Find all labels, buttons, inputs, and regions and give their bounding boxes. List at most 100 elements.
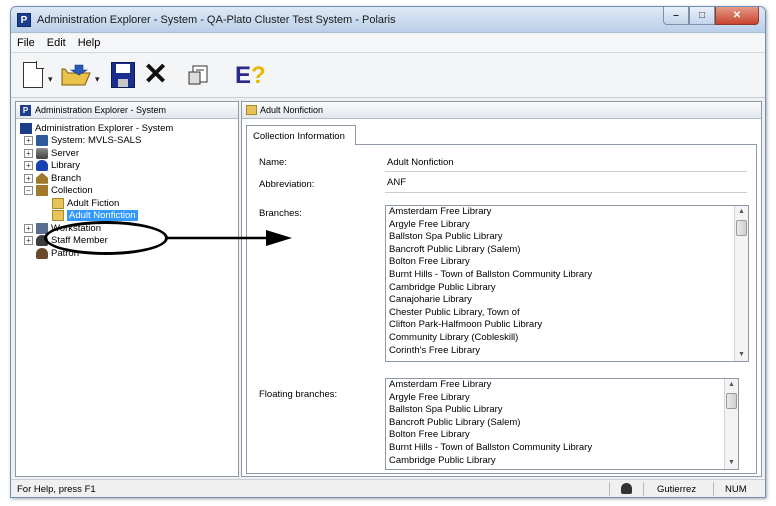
maximize-button[interactable]: □	[689, 7, 715, 25]
scroll-down-icon[interactable]: ▼	[725, 457, 738, 469]
collapse-toggle[interactable]: −	[24, 186, 33, 196]
scroll-down-icon[interactable]: ▼	[735, 349, 748, 361]
polaris-app-icon[interactable]: P	[17, 13, 31, 27]
list-item[interactable]: Bancroft Public Library (Salem)	[386, 417, 738, 430]
tree-item-label: Branch	[51, 172, 82, 184]
branch-icon	[36, 172, 48, 184]
tree-item-system[interactable]: + System: MVLS-SALS	[16, 135, 238, 148]
floating-branches-scrollbar[interactable]: ▲ ▼	[724, 379, 738, 469]
folder-icon	[52, 210, 64, 222]
floating-branches-label: Floating branches:	[259, 389, 338, 400]
list-item[interactable]: Clifton Park-Halfmoon Public Library	[386, 319, 748, 332]
tree-item-branch[interactable]: + Branch	[16, 172, 238, 185]
menu-edit[interactable]: Edit	[47, 37, 66, 49]
branches-scrollbar[interactable]: ▲ ▼	[734, 206, 748, 361]
details-pane: Adult Nonfiction Collection Information …	[241, 101, 762, 477]
menu-bar: File Edit Help	[11, 34, 765, 53]
delete-icon[interactable]: ✕	[143, 60, 168, 90]
tree-item-server[interactable]: + Server	[16, 147, 238, 160]
name-label: Name:	[259, 157, 287, 168]
expand-toggle[interactable]: +	[24, 136, 33, 146]
list-item[interactable]: Canajoharie Library	[386, 294, 748, 307]
tree-item-label-selected: Adult Nonfiction	[67, 210, 138, 222]
scroll-up-icon[interactable]: ▲	[725, 379, 738, 391]
scroll-thumb[interactable]	[736, 220, 747, 236]
tree-item-library[interactable]: + Library	[16, 160, 238, 173]
list-item[interactable]: Argyle Free Library	[386, 392, 738, 405]
tree-item-label: System: MVLS-SALS	[51, 135, 142, 147]
list-item[interactable]: Bolton Free Library	[386, 256, 748, 269]
expand-toggle[interactable]: +	[24, 161, 33, 171]
list-item[interactable]: Ballston Spa Public Library	[386, 404, 738, 417]
floating-branches-listbox[interactable]: Amsterdam Free Library Argyle Free Libra…	[385, 378, 739, 470]
scroll-thumb[interactable]	[726, 393, 737, 409]
system-icon	[36, 135, 48, 147]
window-title: Administration Explorer - System - QA-Pl…	[37, 14, 396, 26]
status-divider	[609, 482, 610, 496]
folder-icon	[246, 105, 257, 115]
list-item[interactable]: Cambridge Public Library	[386, 455, 738, 468]
tree-pane-header: P Administration Explorer - System	[16, 102, 238, 119]
list-item[interactable]: Amsterdam Free Library	[386, 379, 738, 392]
new-document-icon[interactable]	[23, 61, 44, 88]
list-item[interactable]: Argyle Free Library	[386, 219, 748, 232]
help-glyph: E	[235, 62, 252, 89]
tree-item-label: Administration Explorer - System	[35, 122, 174, 134]
properties-icon[interactable]	[187, 64, 209, 86]
context-help-icon[interactable]: E?	[235, 62, 266, 90]
close-button[interactable]: ✕	[715, 7, 759, 25]
abbreviation-field-underline	[385, 192, 747, 193]
caption-buttons: – □ ✕	[663, 7, 759, 26]
list-item[interactable]: Ballston Spa Public Library	[386, 231, 748, 244]
tree-item-label: Library	[51, 160, 81, 172]
tree-item-collection[interactable]: − Collection	[16, 185, 238, 198]
expand-toggle[interactable]: +	[24, 223, 33, 233]
list-item[interactable]: Community Library (Cobleskill)	[386, 332, 748, 345]
collection-icon	[36, 185, 48, 197]
list-item[interactable]: Bancroft Public Library (Salem)	[386, 244, 748, 257]
admin-explorer-icon	[20, 122, 32, 134]
callout-ellipse	[44, 221, 168, 255]
status-divider	[643, 482, 644, 496]
expand-toggle[interactable]: +	[24, 236, 33, 246]
status-message: For Help, press F1	[17, 484, 96, 495]
open-dropdown-arrow-icon[interactable]: ▾	[95, 74, 100, 85]
abbreviation-field[interactable]: ANF	[387, 177, 406, 188]
tree-item-adult-nonfiction[interactable]: Adult Nonfiction	[16, 210, 238, 223]
new-dropdown-arrow-icon[interactable]: ▾	[48, 74, 53, 85]
num-lock-indicator: NUM	[725, 484, 747, 495]
status-divider	[713, 482, 714, 496]
tree-item-adult-fiction[interactable]: Adult Fiction	[16, 197, 238, 210]
server-icon	[36, 147, 48, 159]
list-item[interactable]: Corinth's Free Library	[386, 345, 748, 358]
callout-arrow-icon	[166, 230, 292, 246]
details-pane-title: Adult Nonfiction	[260, 105, 324, 115]
list-item[interactable]: Amsterdam Free Library	[386, 206, 748, 219]
list-item[interactable]: Chester Public Library, Town of	[386, 307, 748, 320]
toolbar: ▾ ▾ ✕ E?	[11, 54, 765, 98]
list-item[interactable]: Burnt Hills - Town of Ballston Community…	[386, 442, 738, 455]
abbreviation-label: Abbreviation:	[259, 179, 315, 190]
explorer-tree-pane: P Administration Explorer - System Admin…	[15, 101, 239, 477]
tree-item-root[interactable]: Administration Explorer - System	[16, 122, 238, 135]
open-folder-icon[interactable]	[61, 64, 91, 86]
tab-collection-information[interactable]: Collection Information	[246, 125, 356, 145]
save-icon[interactable]	[111, 62, 135, 88]
folder-icon	[52, 197, 64, 209]
menu-help[interactable]: Help	[78, 37, 101, 49]
list-item[interactable]: Bolton Free Library	[386, 429, 738, 442]
list-item[interactable]: Cambridge Public Library	[386, 282, 748, 295]
list-item[interactable]: Burnt Hills - Town of Ballston Community…	[386, 269, 748, 282]
expand-toggle[interactable]: +	[24, 173, 33, 183]
collection-information-panel: Name: Adult Nonfiction Abbreviation: ANF…	[246, 144, 757, 474]
status-bar: For Help, press F1 Gutierrez NUM	[11, 479, 765, 497]
scroll-up-icon[interactable]: ▲	[735, 206, 748, 218]
expand-toggle[interactable]: +	[24, 148, 33, 158]
details-pane-header: Adult Nonfiction	[242, 102, 761, 119]
name-field[interactable]: Adult Nonfiction	[387, 157, 454, 168]
minimize-button[interactable]: –	[663, 7, 689, 25]
branches-label: Branches:	[259, 208, 302, 219]
branches-listbox[interactable]: Amsterdam Free Library Argyle Free Libra…	[385, 205, 749, 362]
title-bar[interactable]: P Administration Explorer - System - QA-…	[11, 7, 765, 33]
menu-file[interactable]: File	[17, 37, 35, 49]
